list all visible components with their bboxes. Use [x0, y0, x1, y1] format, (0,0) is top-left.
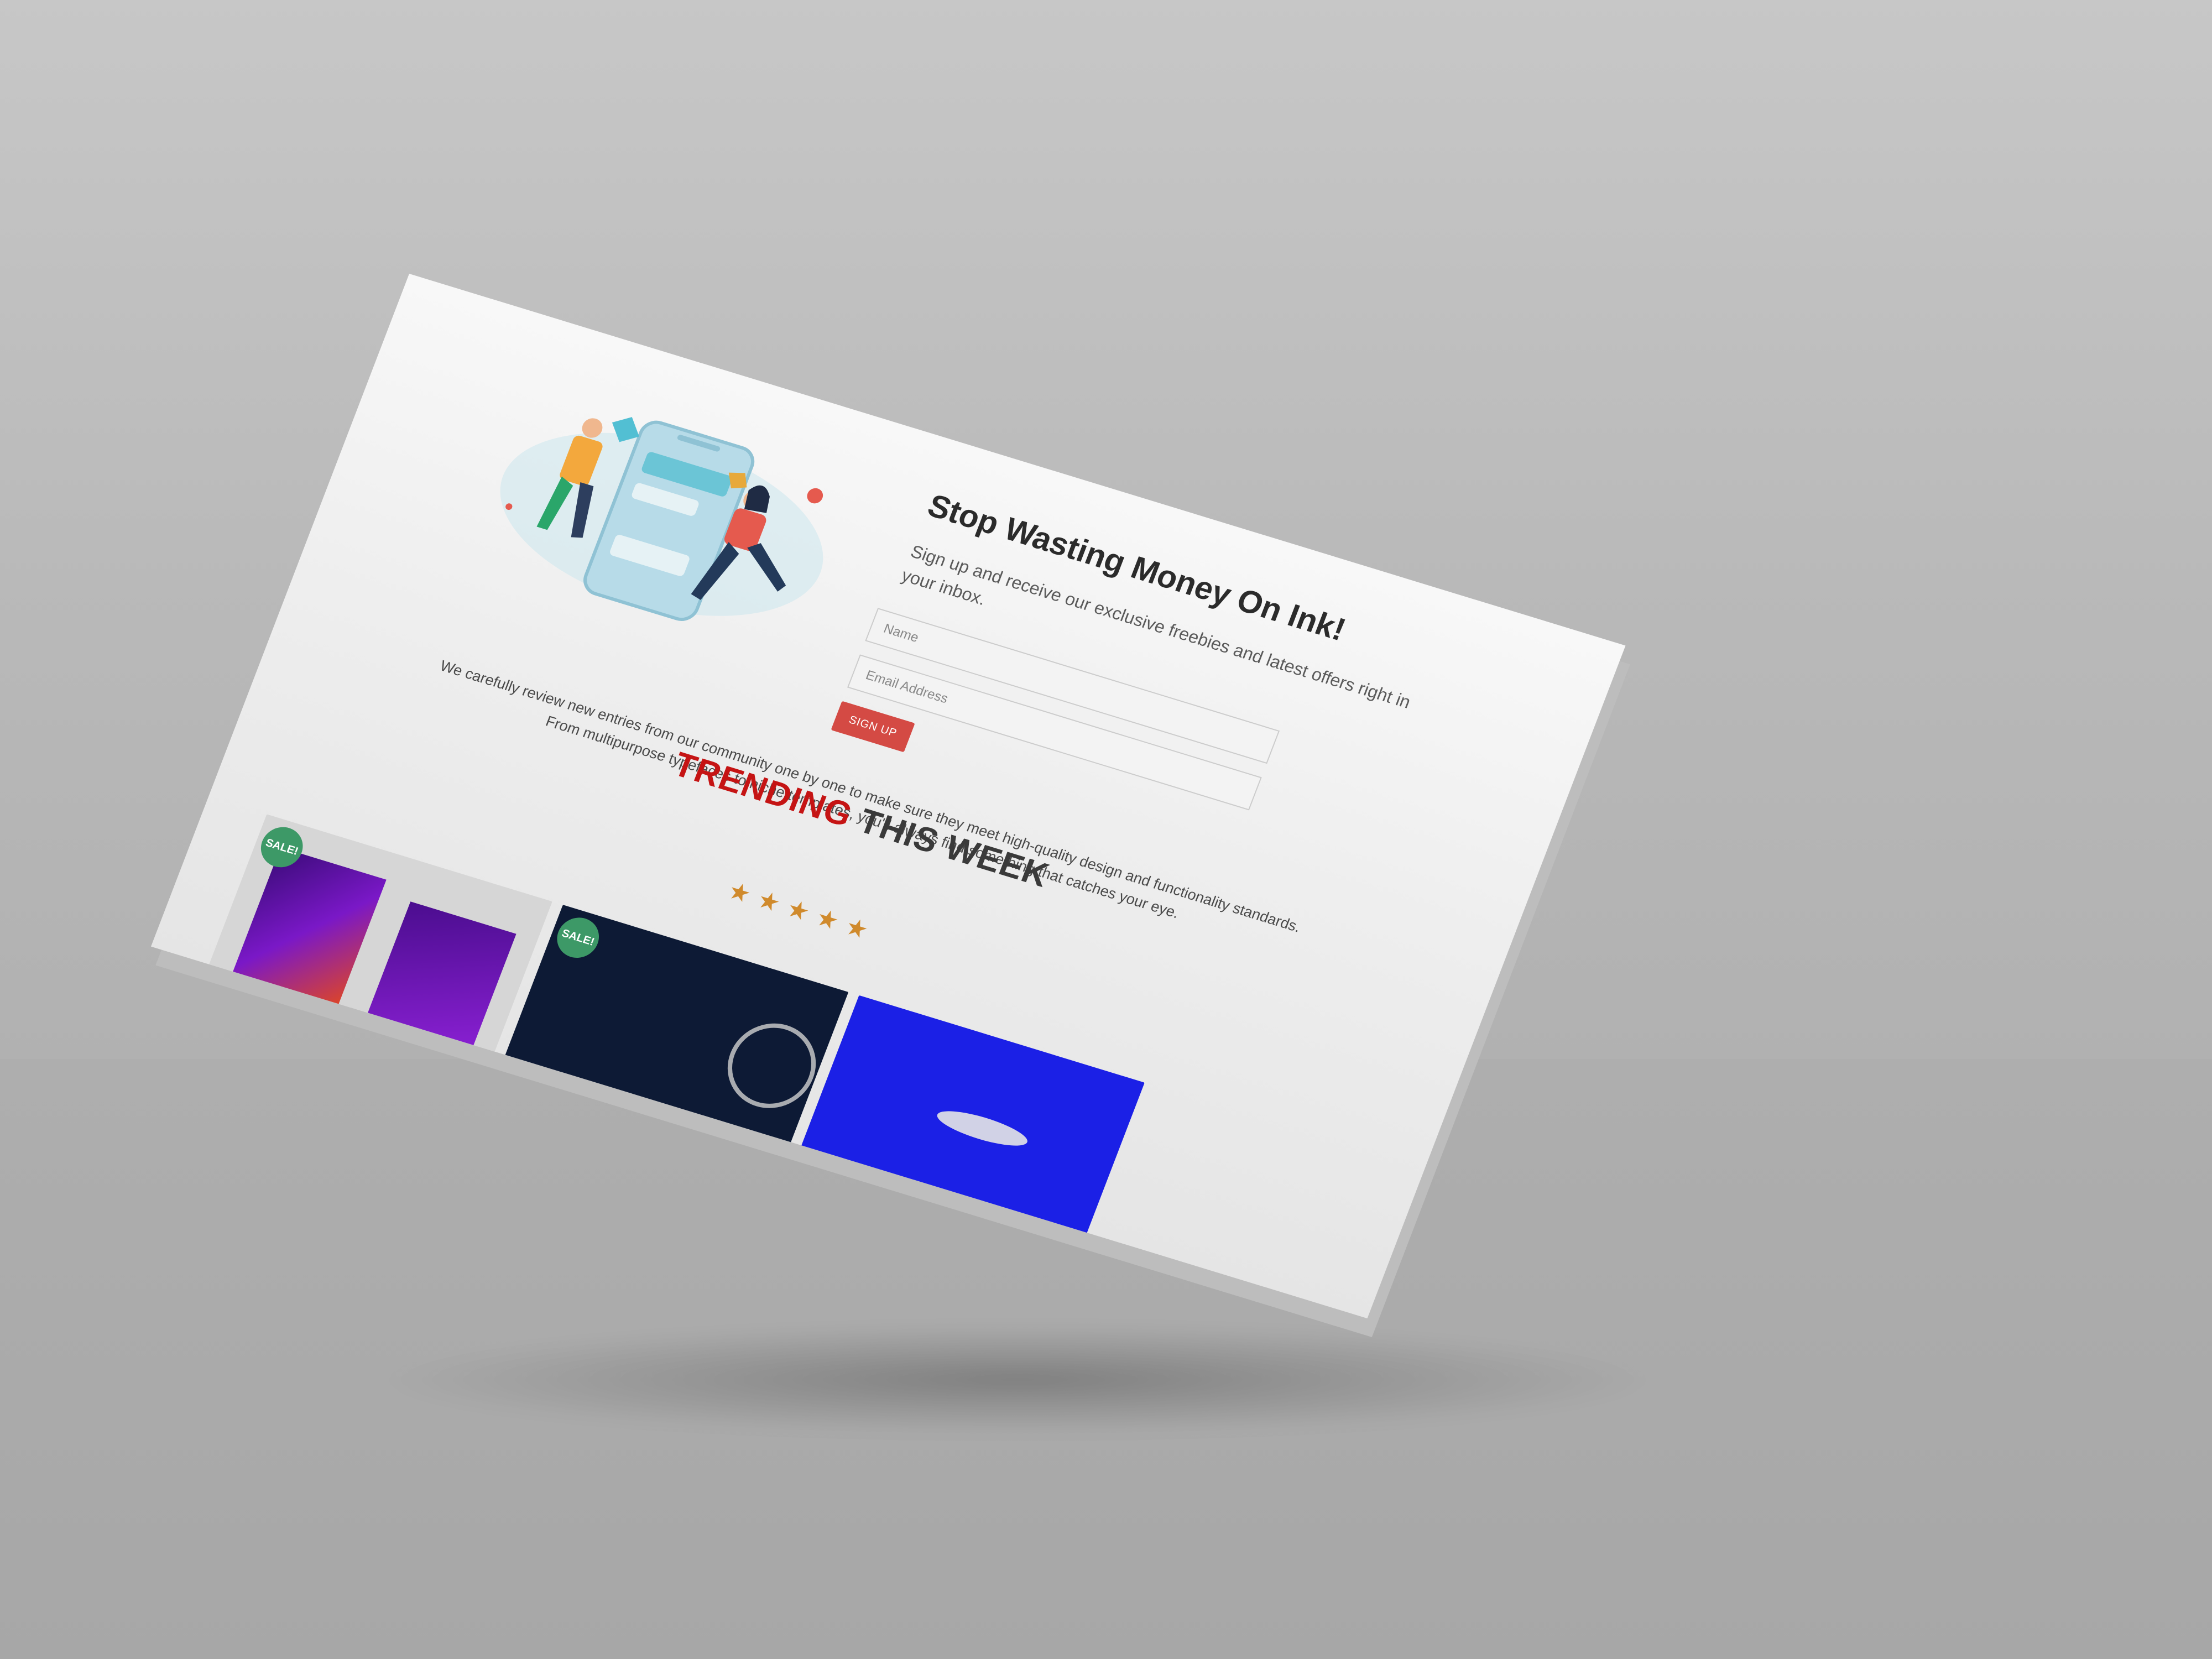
signup-button[interactable]: SIGN UP [831, 701, 915, 753]
sale-badge: SALE! [551, 912, 605, 963]
people-assembling-phone-illustration [500, 417, 823, 621]
product-thumbnail [714, 1013, 829, 1119]
card-shadow [376, 1324, 1659, 1435]
rating-stars: ★★★★★ [724, 877, 881, 947]
product-thumbnail [933, 1104, 1031, 1153]
mockup-scene: Stop Wasting Money On Ink! Sign up and r… [0, 0, 2212, 1659]
